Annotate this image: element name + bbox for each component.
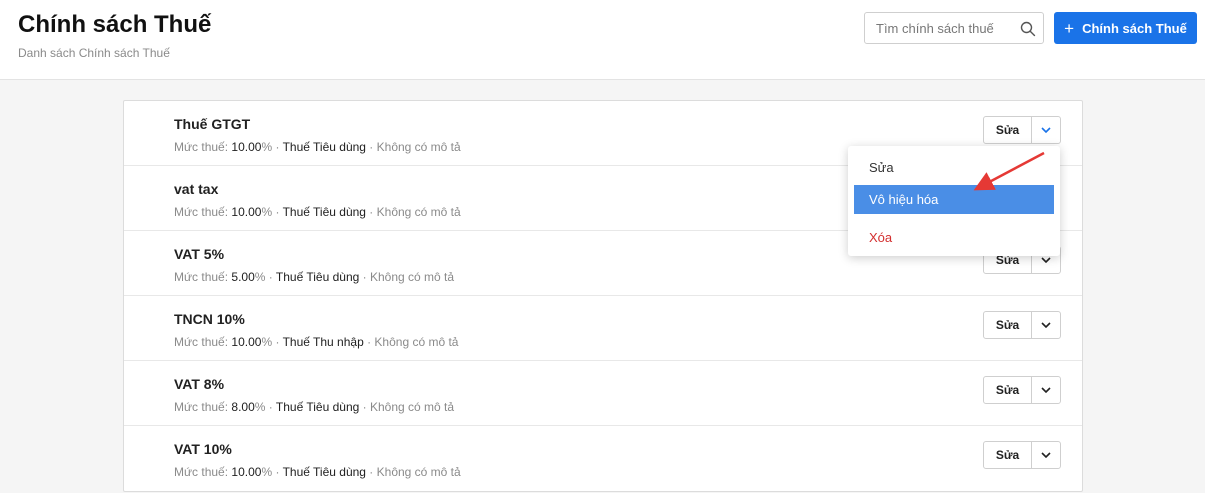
rate-prefix: Mức thuế:: [174, 465, 229, 479]
actions-dropdown-toggle[interactable]: [1032, 312, 1060, 338]
percent-sign: %: [254, 400, 266, 414]
tax-meta: Mức thuế: 10.00% · Thuế Tiêu dùng · Khôn…: [174, 140, 461, 154]
tax-description: Không có mô tả: [376, 465, 461, 479]
rate-prefix: Mức thuế:: [174, 140, 229, 154]
menu-item-edit[interactable]: Sửa: [854, 153, 1054, 182]
percent-sign: %: [261, 335, 273, 349]
separator: ·: [265, 400, 276, 414]
search-box: [864, 12, 1044, 44]
tax-meta: Mức thuế: 10.00% · Thuế Tiêu dùng · Khôn…: [174, 205, 461, 219]
edit-button[interactable]: Sửa: [984, 117, 1032, 143]
tax-meta: Mức thuế: 8.00% · Thuế Tiêu dùng · Không…: [174, 400, 454, 414]
tax-row: TNCN 10% Mức thuế: 10.00% · Thuế Thu nhậ…: [124, 296, 1082, 361]
tax-name: VAT 10%: [174, 441, 232, 457]
separator: ·: [272, 335, 283, 349]
tax-meta: Mức thuế: 10.00% · Thuế Thu nhập · Không…: [174, 335, 458, 349]
tax-description: Không có mô tả: [376, 205, 461, 219]
tax-category: Thuế Tiêu dùng: [275, 270, 360, 284]
separator: ·: [272, 205, 283, 219]
tax-category: Thuế Tiêu dùng: [282, 140, 366, 154]
menu-item-delete[interactable]: Xóa: [854, 223, 1054, 252]
percent-sign: %: [261, 465, 273, 479]
separator: ·: [365, 205, 377, 219]
tax-name: VAT 8%: [174, 376, 225, 392]
tax-category: Thuế Tiêu dùng: [282, 465, 366, 479]
tax-name: VAT 5%: [174, 246, 225, 262]
tax-category: Thuế Tiêu dùng: [282, 205, 366, 219]
row-actions: Sửa: [983, 441, 1061, 469]
tax-rate: 5.00: [231, 270, 255, 284]
page-title: Chính sách Thuế: [18, 11, 212, 38]
separator: ·: [365, 140, 377, 154]
tax-category: Thuế Thu nhập: [282, 335, 364, 349]
search-input[interactable]: [865, 13, 1015, 43]
rate-prefix: Mức thuế:: [174, 335, 229, 349]
tax-description: Không có mô tả: [376, 140, 461, 154]
actions-dropdown-toggle[interactable]: [1032, 442, 1060, 468]
add-button-label: Chính sách Thuế: [1082, 20, 1187, 36]
separator: ·: [363, 335, 375, 349]
tax-category: Thuế Tiêu dùng: [275, 400, 360, 414]
actions-dropdown-toggle[interactable]: [1032, 377, 1060, 403]
row-actions-menu: Sửa Vô hiệu hóa Xóa: [848, 146, 1060, 256]
add-tax-policy-button[interactable]: + Chính sách Thuế: [1054, 12, 1197, 44]
percent-sign: %: [254, 270, 266, 284]
separator: ·: [365, 465, 377, 479]
chevron-down-icon: [1041, 127, 1051, 133]
row-actions: Sửa: [983, 376, 1061, 404]
edit-button[interactable]: Sửa: [984, 442, 1032, 468]
page-subtitle: Danh sách Chính sách Thuế: [18, 46, 170, 60]
row-actions: Sửa: [983, 311, 1061, 339]
plus-icon: +: [1064, 18, 1075, 38]
chevron-down-icon: [1041, 257, 1051, 263]
separator: ·: [272, 140, 283, 154]
percent-sign: %: [261, 140, 273, 154]
tax-meta: Mức thuế: 5.00% · Thuế Tiêu dùng · Không…: [174, 270, 454, 284]
separator: ·: [359, 270, 370, 284]
separator: ·: [359, 400, 370, 414]
row-actions: Sửa: [983, 116, 1061, 144]
tax-name: vat tax: [174, 181, 219, 197]
menu-item-disable[interactable]: Vô hiệu hóa: [854, 185, 1054, 214]
rate-prefix: Mức thuế:: [174, 270, 229, 284]
separator: ·: [272, 465, 283, 479]
rate-prefix: Mức thuế:: [174, 400, 229, 414]
actions-dropdown-toggle[interactable]: [1032, 117, 1060, 143]
chevron-down-icon: [1041, 387, 1051, 393]
rate-prefix: Mức thuế:: [174, 205, 229, 219]
tax-description: Không có mô tả: [369, 270, 455, 284]
tax-rate: 10.00: [231, 465, 262, 479]
chevron-down-icon: [1041, 322, 1051, 328]
tax-rate: 10.00: [231, 205, 262, 219]
tax-row: VAT 10% Mức thuế: 10.00% · Thuế Tiêu dùn…: [124, 426, 1082, 491]
tax-rate: 8.00: [231, 400, 255, 414]
tax-description: Không có mô tả: [369, 400, 455, 414]
tax-meta: Mức thuế: 10.00% · Thuế Tiêu dùng · Khôn…: [174, 465, 461, 479]
tax-row: VAT 8% Mức thuế: 8.00% · Thuế Tiêu dùng …: [124, 361, 1082, 426]
tax-name: Thuế GTGT: [174, 116, 251, 132]
tax-name: TNCN 10%: [174, 311, 245, 327]
edit-button[interactable]: Sửa: [984, 377, 1032, 403]
tax-rate: 10.00: [231, 335, 262, 349]
chevron-down-icon: [1041, 452, 1051, 458]
tax-rate: 10.00: [231, 140, 262, 154]
page-header: Chính sách Thuế Danh sách Chính sách Thu…: [0, 0, 1205, 80]
separator: ·: [265, 270, 276, 284]
percent-sign: %: [261, 205, 273, 219]
search-icon[interactable]: [1020, 21, 1036, 37]
tax-description: Không có mô tả: [374, 335, 459, 349]
edit-button[interactable]: Sửa: [984, 312, 1032, 338]
